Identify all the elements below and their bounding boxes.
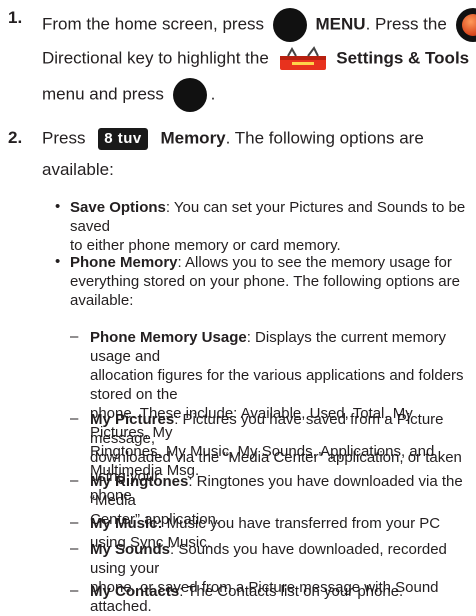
step-line: menu and press .	[42, 78, 215, 112]
bullet-text: : Allows you to see the memory usage for	[177, 254, 452, 271]
bullet-title: Save Options	[70, 199, 166, 216]
sub-item: My Sounds: Sounds you have downloaded, r…	[90, 540, 474, 616]
ok-key-icon	[172, 78, 207, 112]
settings-tools-label: Settings & Tools	[336, 48, 470, 68]
bullet-title: Phone Memory	[70, 254, 178, 271]
menu-label: MENU	[315, 14, 366, 34]
bullet-icon: •	[55, 198, 61, 215]
step-text: available:	[42, 160, 114, 179]
directional-key-icon	[455, 8, 476, 42]
sub-item-title: My Ringtones	[90, 473, 189, 490]
step-text: . Press the	[365, 14, 447, 34]
settings-tools-icon	[279, 46, 326, 70]
key-8-icon: 8 tuv	[98, 128, 148, 150]
sub-item-title: My Contacts	[90, 583, 180, 600]
sub-item-title: My Sounds	[90, 541, 171, 558]
dash-marker: –	[70, 514, 79, 531]
bullet-text: available:	[70, 292, 134, 309]
step-text: .	[210, 84, 216, 104]
step-text: Press	[42, 128, 86, 148]
bullet-icon: •	[55, 253, 61, 270]
step-number: 1.	[8, 8, 23, 27]
sub-item-text: allocation figures for the various appli…	[90, 367, 464, 403]
bullet-text: everything stored on your phone. The fol…	[70, 273, 460, 290]
dash-marker: –	[70, 472, 79, 489]
step-line: Directional key to highlight the Setting…	[42, 46, 469, 72]
memory-label: Memory	[160, 128, 226, 148]
step-line: available:	[42, 160, 114, 180]
sub-item-title: Phone Memory Usage	[90, 329, 247, 346]
dash-marker: –	[70, 540, 79, 557]
bullet-item: Save Options: You can set your Pictures …	[70, 198, 470, 255]
step-line: From the home screen, press MENU. Press …	[42, 8, 476, 42]
sub-item: My Contacts: The Contacts list on your p…	[90, 582, 474, 601]
step-text: Directional key to highlight the	[42, 48, 269, 68]
sub-item-title: My Pictures	[90, 411, 175, 428]
dash-marker: –	[70, 410, 79, 427]
step-text: From the home screen, press	[42, 14, 265, 34]
sub-item-title: My Music:	[90, 515, 163, 532]
step-number: 2.	[8, 128, 23, 147]
dash-marker: –	[70, 582, 79, 599]
step-text: menu and press	[42, 84, 164, 104]
bullet-item: Phone Memory: Allows you to see the memo…	[70, 253, 470, 310]
dash-marker: –	[70, 328, 79, 345]
menu-key-icon	[272, 8, 307, 42]
step-line: Press 8 tuv Memory. The following option…	[42, 128, 424, 150]
sub-item-text: : The Contacts list on your phone.	[179, 583, 404, 600]
step-text: . The following options are	[225, 128, 424, 148]
